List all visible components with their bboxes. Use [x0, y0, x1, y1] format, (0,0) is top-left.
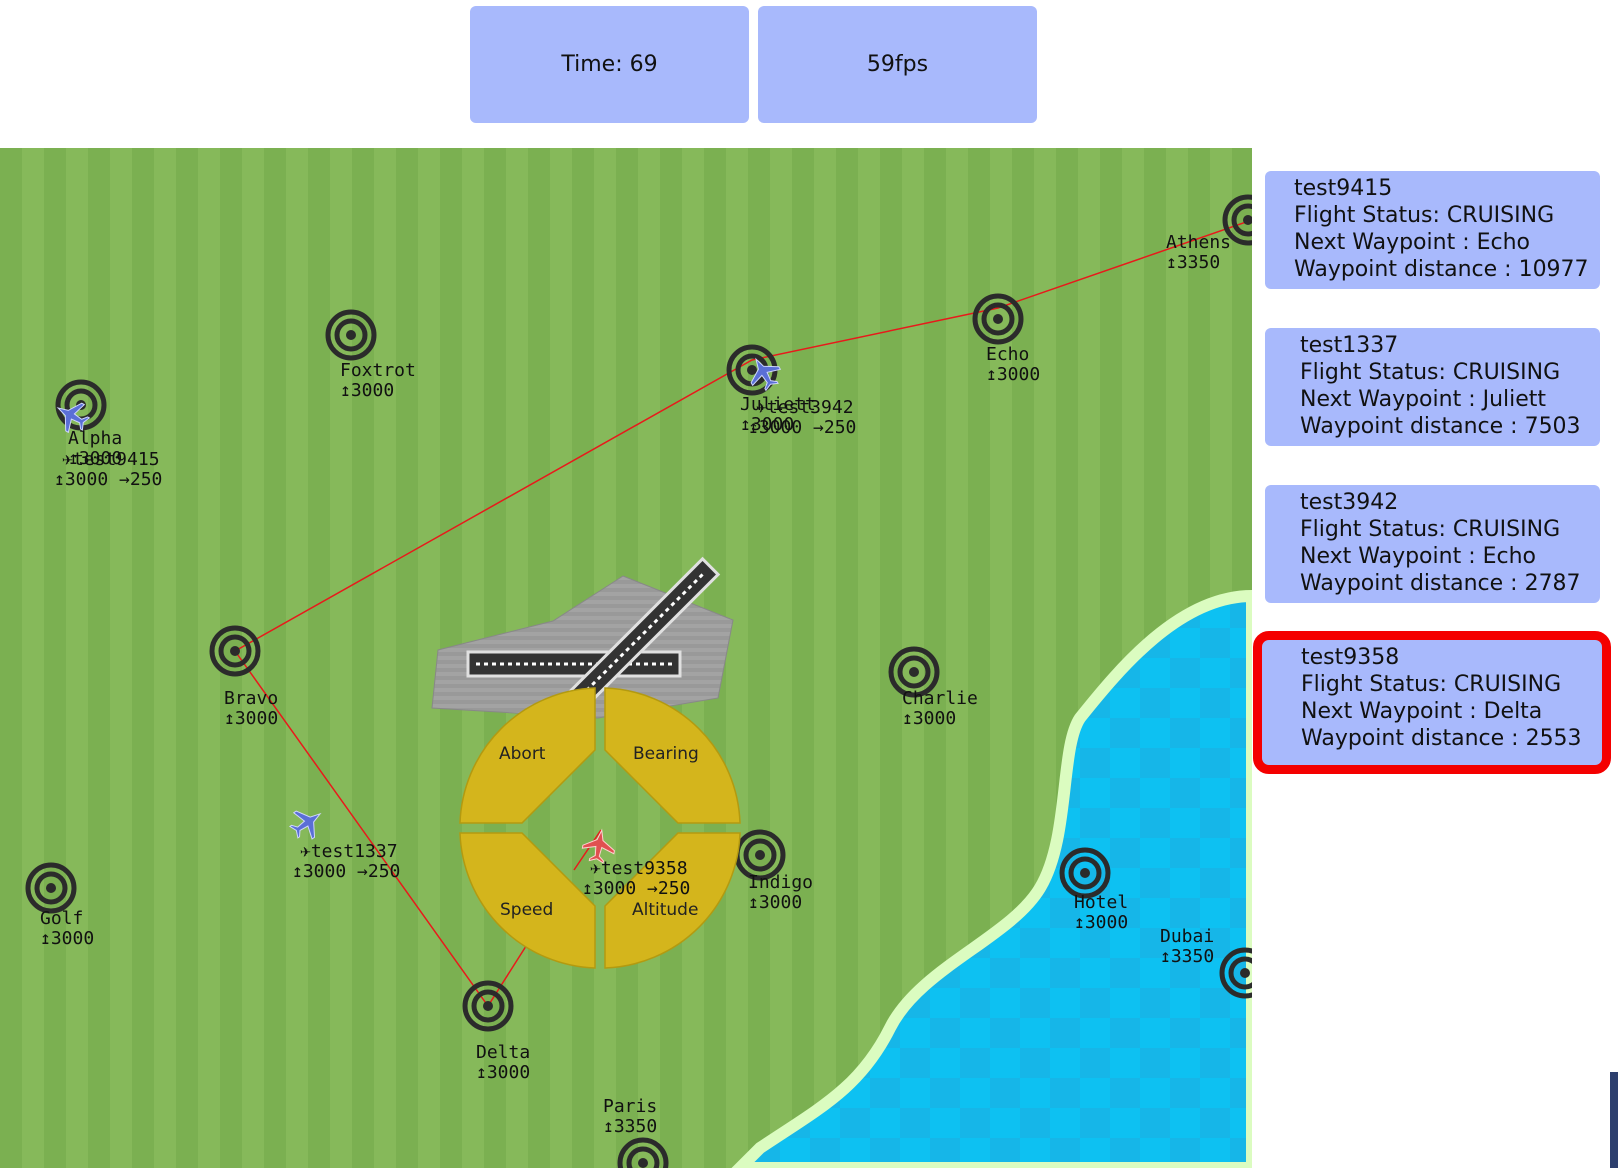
- flight-label-test3942: ✈test3942 ↥3000 →250: [748, 397, 856, 438]
- flight-panel-test3942[interactable]: test3942 Flight Status: CRUISING Next Wa…: [1265, 485, 1600, 603]
- waypoint-altitude: ↥3000: [748, 892, 802, 913]
- flight-label-test9415: ✈test9415 ↥3000 →250: [54, 449, 162, 490]
- waypoint-name: Indigo: [748, 872, 813, 893]
- flight-next-waypoint: Next Waypoint : Delta: [1301, 699, 1543, 724]
- flight-info: ↥3000 →250: [748, 417, 856, 438]
- flight-waypoint-distance: Waypoint distance : 10977: [1294, 257, 1589, 282]
- waypoint-target-icon[interactable]: [975, 296, 1021, 342]
- waypoint-name: Foxtrot: [340, 360, 416, 381]
- waypoint-altitude: ↥3000: [476, 1062, 530, 1083]
- waypoint-target-icon[interactable]: [465, 983, 511, 1029]
- waypoint-name: Athens: [1166, 232, 1231, 253]
- flight-panel-test9358[interactable]: test9358 Flight Status: CRUISING Next Wa…: [1253, 631, 1611, 774]
- fps-display: 59fps: [758, 6, 1037, 123]
- flight-next-waypoint: Next Waypoint : Juliett: [1300, 387, 1547, 412]
- flight-id: test9415: [1294, 176, 1393, 201]
- waypoint-name: Bravo: [224, 688, 278, 709]
- flight-panel-test9415[interactable]: test9415 Flight Status: CRUISING Next Wa…: [1265, 171, 1600, 289]
- flight-status: Flight Status: CRUISING: [1294, 203, 1555, 228]
- waypoint-altitude: ↥3000: [40, 928, 94, 949]
- flight-info: ↥3000 →250: [54, 469, 162, 490]
- waypoint-name: Alpha: [68, 428, 122, 449]
- waypoint-target-icon[interactable]: [212, 628, 258, 674]
- waypoint-name: Dubai: [1160, 926, 1214, 947]
- waypoint-altitude: ↥3350: [1166, 252, 1220, 273]
- waypoint-target-icon[interactable]: [28, 865, 74, 911]
- window-edge: [1610, 1072, 1618, 1168]
- flight-status: Flight Status: CRUISING: [1300, 360, 1561, 385]
- waypoint-target-icon[interactable]: [328, 312, 374, 358]
- flight-label-test9358: ✈test9358 ↥3000 →250: [582, 858, 690, 899]
- waypoint-altitude: ↥3000: [340, 380, 394, 401]
- flight-id: test3942: [1300, 490, 1399, 515]
- flight-waypoint-distance: Waypoint distance : 2553: [1301, 726, 1582, 751]
- waypoint-altitude: ↥3350: [1160, 946, 1214, 967]
- flight-callsign: ✈test1337: [300, 841, 398, 862]
- menu-speed-label: Speed: [500, 900, 553, 920]
- waypoint-altitude: ↥3000: [1074, 912, 1128, 933]
- waypoint-altitude: ↥3000: [986, 364, 1040, 385]
- flight-info: ↥3000 →250: [292, 861, 400, 882]
- flight-waypoint-distance: Waypoint distance : 2787: [1300, 571, 1581, 596]
- waypoint-name: Delta: [476, 1042, 530, 1063]
- menu-abort-label: Abort: [499, 744, 546, 764]
- flight-id: test1337: [1300, 333, 1399, 358]
- waypoint-target-icon[interactable]: [1062, 850, 1108, 896]
- waypoint-altitude: ↥3000: [902, 708, 956, 729]
- time-display: Time: 69: [470, 6, 749, 123]
- fps-label: 59fps: [866, 52, 929, 77]
- flight-next-waypoint: Next Waypoint : Echo: [1300, 544, 1536, 569]
- flight-panel-test1337[interactable]: test1337 Flight Status: CRUISING Next Wa…: [1265, 328, 1600, 446]
- flight-callsign: ✈test9415: [62, 449, 160, 470]
- flight-status: Flight Status: CRUISING: [1301, 672, 1562, 697]
- waypoint-name: Golf: [40, 908, 83, 929]
- flight-id: test9358: [1301, 645, 1400, 670]
- menu-bearing-label: Bearing: [633, 744, 699, 764]
- waypoint-name: Hotel: [1074, 892, 1128, 913]
- flight-status: Flight Status: CRUISING: [1300, 517, 1561, 542]
- flight-next-waypoint: Next Waypoint : Echo: [1294, 230, 1530, 255]
- waypoint-altitude: ↥3000: [224, 708, 278, 729]
- menu-altitude-label: Altitude: [632, 900, 698, 920]
- game-map[interactable]: Alpha ↥3000 Foxtrot ↥3000 Juliett ↥3000 Echo ↥3…: [0, 148, 1252, 1168]
- runway-horizontal: [466, 650, 682, 678]
- waypoint-name: Paris: [603, 1096, 657, 1117]
- flight-callsign: ✈test3942: [756, 397, 854, 418]
- flight-callsign: ✈test9358: [590, 858, 688, 879]
- waypoint-name: Echo: [986, 344, 1029, 365]
- time-label: Time: 69: [561, 52, 658, 77]
- flight-info: ↥3000 →250: [582, 878, 690, 899]
- flight-label-test1337: ✈test1337 ↥3000 →250: [292, 841, 400, 882]
- waypoint-name: Charlie: [902, 688, 978, 709]
- flight-waypoint-distance: Waypoint distance : 7503: [1300, 414, 1581, 439]
- waypoint-altitude: ↥3350: [603, 1116, 657, 1137]
